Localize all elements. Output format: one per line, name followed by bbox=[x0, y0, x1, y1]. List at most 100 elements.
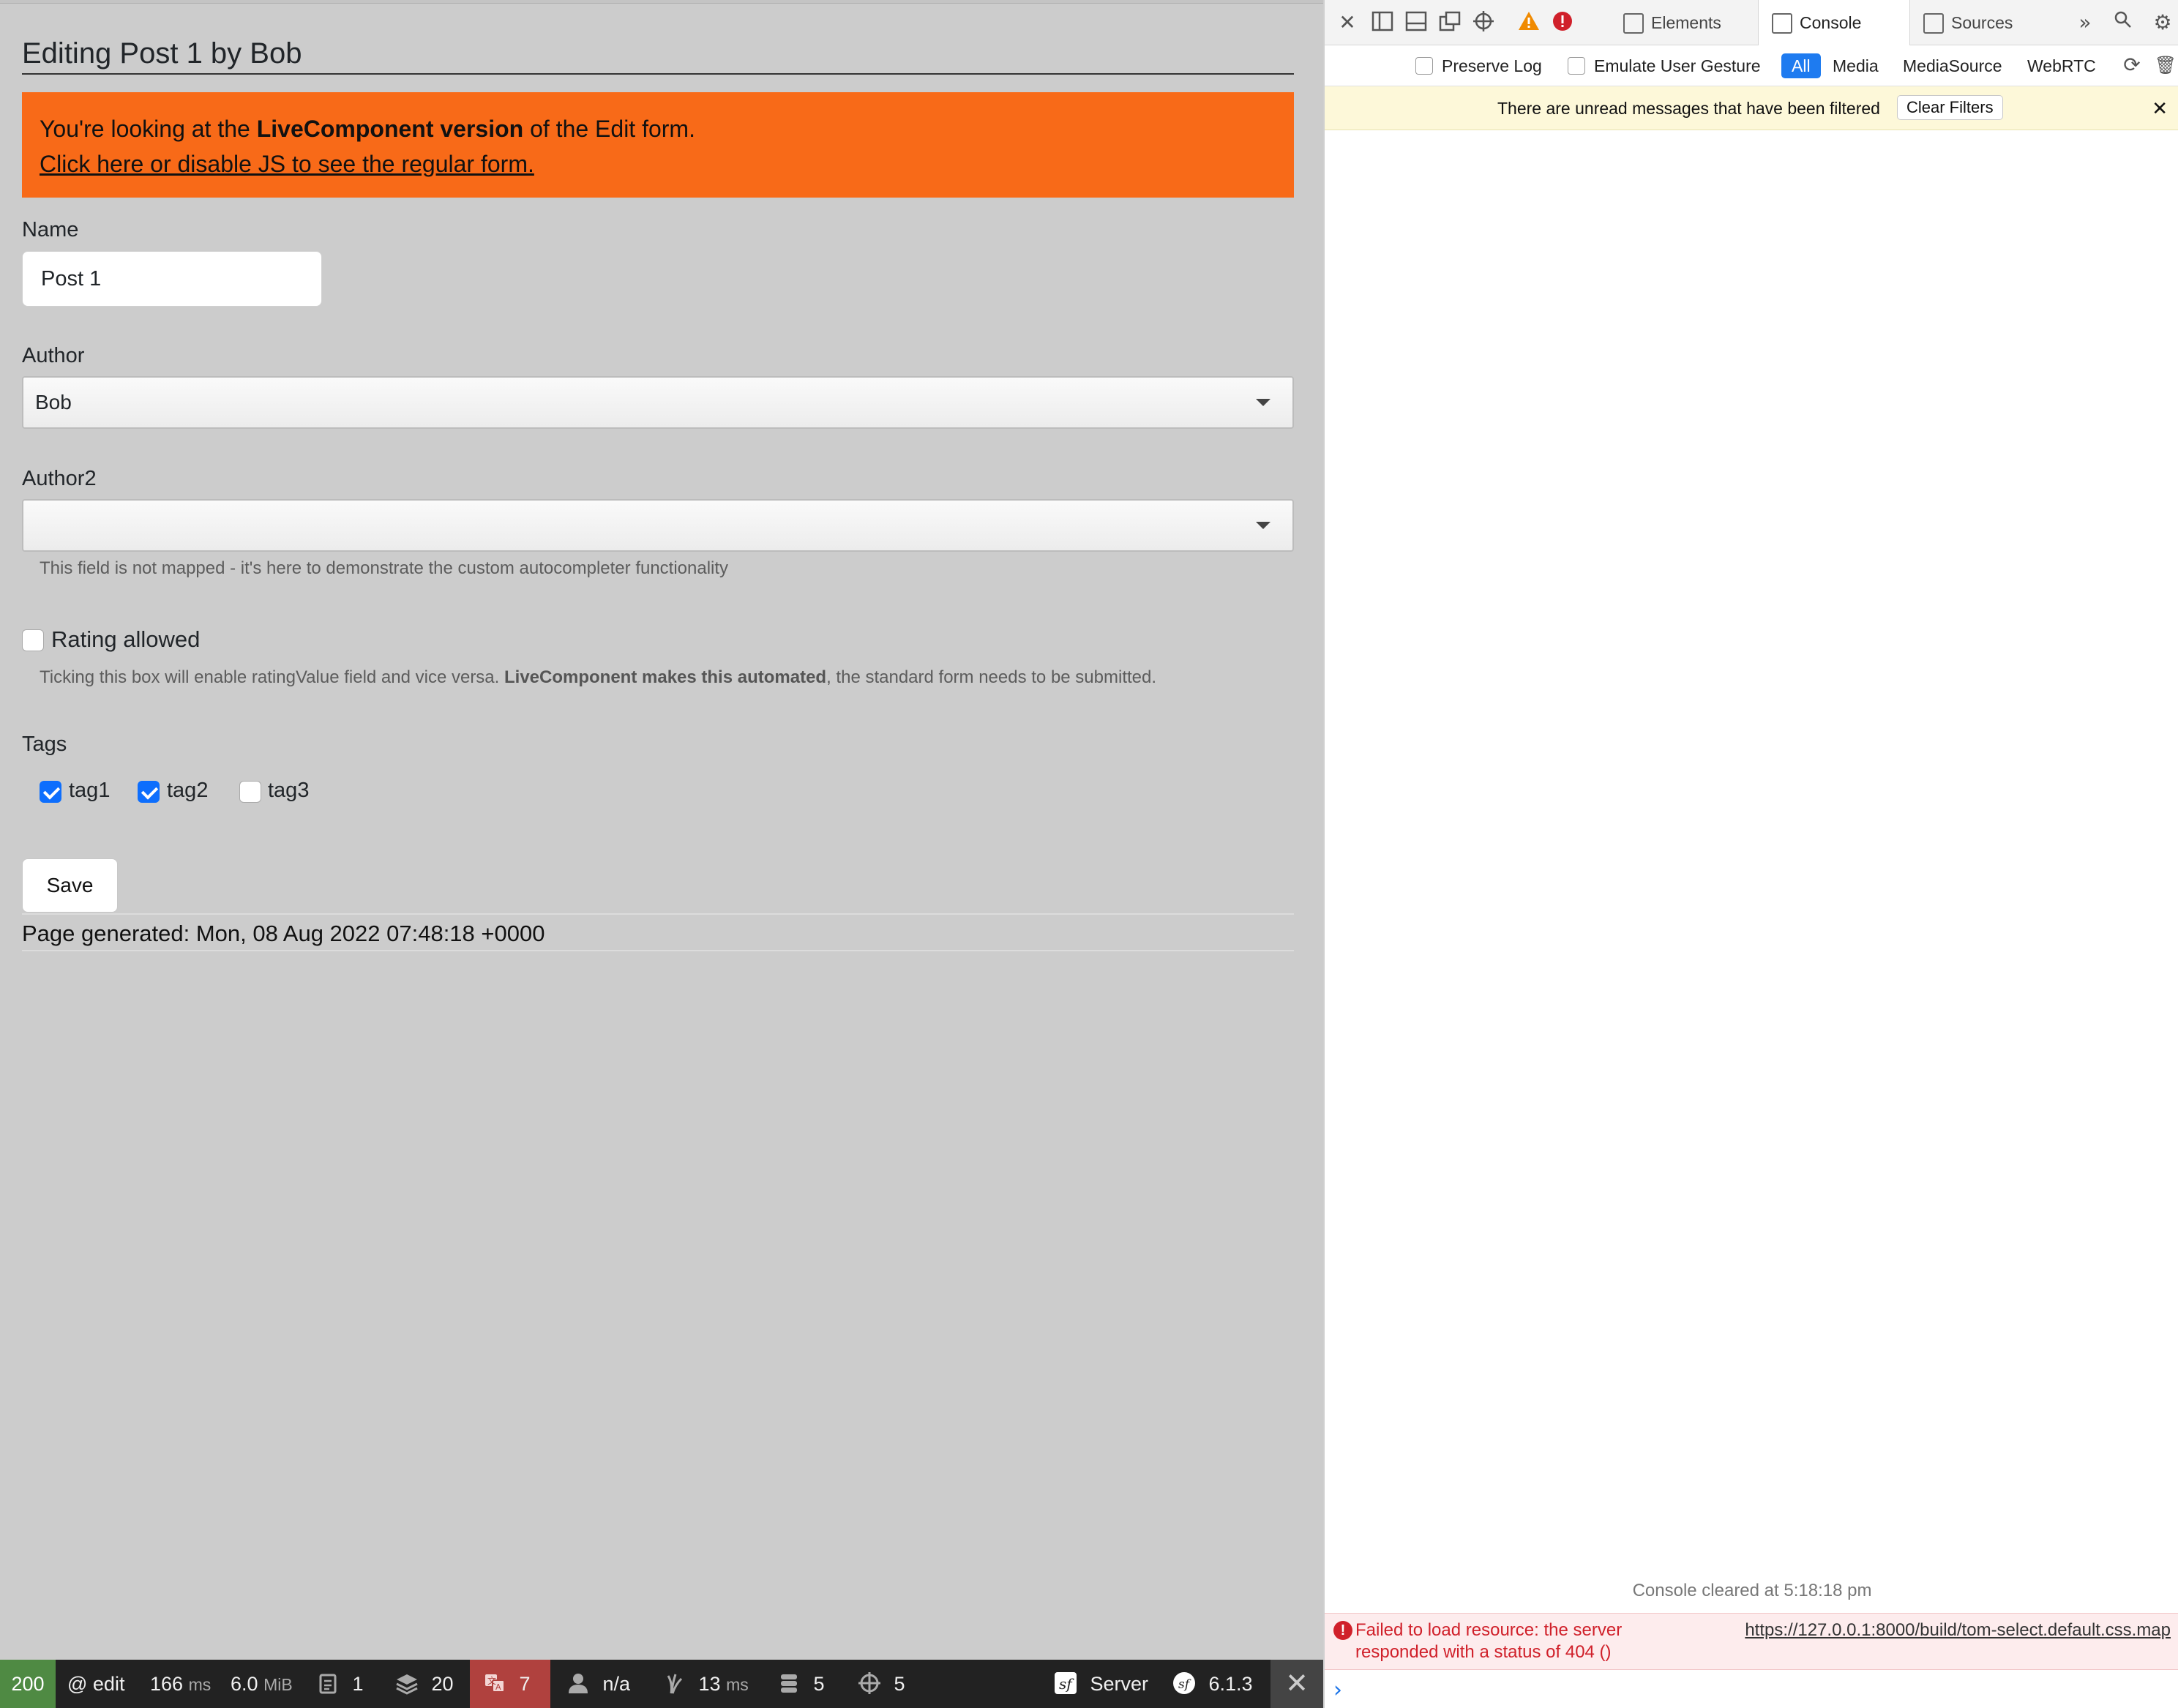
author2-select[interactable] bbox=[22, 499, 1294, 552]
translations-count: 7 bbox=[519, 1673, 531, 1695]
devtools-toolbar: ✕ Elements Console Sources » ⚙ bbox=[1325, 0, 2178, 46]
banner-text: There are unread messages that have been… bbox=[1497, 99, 1880, 118]
security-panel[interactable]: n/a bbox=[566, 1660, 630, 1708]
memory-unit: MiB bbox=[263, 1675, 293, 1694]
rating-help: Ticking this box will enable ratingValue… bbox=[40, 667, 1311, 688]
server-label: Server bbox=[1090, 1673, 1149, 1695]
divider bbox=[22, 913, 1294, 915]
memory-value: 6.0 bbox=[231, 1673, 258, 1695]
logs-count: 1 bbox=[352, 1673, 364, 1695]
page-viewport: Editing Post 1 by Bob You're looking at … bbox=[0, 0, 1323, 1660]
devtools-panel: ✕ Elements Console Sources » ⚙ Preserve … bbox=[1323, 0, 2178, 1708]
close-toolbar-button[interactable]: ✕ bbox=[1270, 1660, 1323, 1708]
regular-form-link[interactable]: Click here or disable JS to see the regu… bbox=[40, 151, 534, 177]
close-icon[interactable]: ✕ bbox=[2152, 86, 2168, 130]
console-prompt-icon[interactable]: › bbox=[1333, 1677, 1342, 1703]
db-count: 5 bbox=[813, 1673, 825, 1695]
livecomponent-alert: You're looking at the LiveComponent vers… bbox=[22, 92, 1294, 198]
page-generated-text: Page generated: Mon, 08 Aug 2022 07:48:1… bbox=[22, 921, 545, 946]
rating-help-bold: LiveComponent makes this automated bbox=[504, 667, 827, 687]
events-count: 5 bbox=[894, 1673, 905, 1695]
trash-icon[interactable]: 🗑 bbox=[2153, 53, 2178, 78]
crosshair-icon bbox=[858, 1671, 880, 1694]
twig-icon bbox=[667, 1674, 683, 1694]
logs-panel[interactable]: 1 bbox=[316, 1660, 364, 1708]
warning-icon[interactable] bbox=[1516, 10, 1541, 35]
tag1-checkbox[interactable] bbox=[40, 781, 61, 803]
chevron-down-icon bbox=[1256, 522, 1270, 529]
emulate-gesture-label: Emulate User Gesture bbox=[1594, 56, 1761, 75]
tab-elements[interactable]: Elements bbox=[1610, 0, 1756, 45]
events-panel[interactable]: 5 bbox=[858, 1660, 905, 1708]
forms-count: 20 bbox=[431, 1673, 454, 1695]
error-source-link[interactable]: https://127.0.0.1:8000/build/tom-select.… bbox=[1745, 1619, 2171, 1641]
rating-help-after: , the standard form needs to be submitte… bbox=[826, 667, 1157, 687]
page-title: Editing Post 1 by Bob bbox=[22, 32, 1294, 75]
request-time[interactable]: 166 ms bbox=[150, 1660, 211, 1708]
gear-icon[interactable]: ⚙ bbox=[2150, 10, 2175, 35]
symfony-version: 6.1.3 bbox=[1208, 1673, 1253, 1695]
forms-panel[interactable]: 20 bbox=[395, 1660, 454, 1708]
render-time-unit: ms bbox=[726, 1675, 749, 1694]
dock-left-icon[interactable] bbox=[1370, 10, 1395, 35]
symfony-logo-icon: sf bbox=[1055, 1671, 1077, 1694]
name-label: Name bbox=[22, 218, 79, 241]
status-code-badge[interactable]: 200 bbox=[0, 1660, 56, 1708]
tab-elements-label: Elements bbox=[1651, 13, 1721, 32]
emulate-gesture-checkbox[interactable] bbox=[1568, 57, 1585, 75]
refresh-icon[interactable]: ⟳ bbox=[2119, 53, 2144, 78]
twig-panel[interactable]: 13 ms bbox=[662, 1660, 749, 1708]
translations-panel[interactable]: 文A 7 bbox=[470, 1660, 550, 1708]
tab-sources-label: Sources bbox=[1951, 13, 2013, 32]
alert-text-bold: LiveComponent version bbox=[256, 116, 524, 142]
tags-label: Tags bbox=[22, 733, 67, 756]
tag3-checkbox[interactable] bbox=[239, 781, 261, 803]
database-panel[interactable]: 5 bbox=[777, 1660, 825, 1708]
console-filter-bar: Preserve Log Emulate User Gesture All Me… bbox=[1325, 45, 2178, 86]
rating-allowed-checkbox[interactable] bbox=[22, 629, 44, 651]
translation-icon: 文A bbox=[485, 1674, 505, 1693]
rating-allowed-label: Rating allowed bbox=[51, 626, 201, 652]
divider bbox=[22, 950, 1294, 951]
undock-icon[interactable] bbox=[1437, 10, 1462, 35]
element-picker-icon[interactable] bbox=[1471, 10, 1496, 35]
error-icon[interactable] bbox=[1550, 10, 1575, 35]
tab-sources[interactable]: Sources bbox=[1910, 0, 2057, 45]
alert-text-before: You're looking at the bbox=[40, 116, 257, 142]
svg-text:A: A bbox=[495, 1682, 501, 1692]
request-time-unit: ms bbox=[188, 1675, 212, 1694]
user-status: n/a bbox=[602, 1673, 631, 1695]
filter-media-button[interactable]: Media bbox=[1833, 45, 1879, 86]
database-icon bbox=[781, 1674, 797, 1693]
chevron-down-icon bbox=[1256, 399, 1270, 406]
user-icon bbox=[569, 1673, 588, 1693]
tab-console-label: Console bbox=[1800, 13, 1862, 32]
tag2-label: tag2 bbox=[167, 779, 209, 802]
tag3-label: tag3 bbox=[268, 779, 310, 802]
filter-all-button[interactable]: All bbox=[1781, 53, 1821, 78]
tag2-checkbox[interactable] bbox=[138, 781, 160, 803]
filter-webrtc-button[interactable]: WebRTC bbox=[2027, 45, 2096, 86]
symfony-debug-toolbar: 200 @ edit 166 ms 6.0 MiB 1 20 文A 7 n/a … bbox=[0, 1660, 1323, 1708]
more-tabs-icon[interactable]: » bbox=[2073, 10, 2097, 35]
console-cleared-message: Console cleared at 5:18:18 pm bbox=[1632, 1581, 1872, 1600]
version-panel[interactable]: sf 6.1.3 bbox=[1172, 1660, 1253, 1708]
server-panel[interactable]: sf Server bbox=[1054, 1660, 1148, 1708]
clear-filters-button[interactable]: Clear Filters bbox=[1897, 95, 2003, 120]
symfony-logo-icon: sf bbox=[1173, 1671, 1195, 1694]
route-indicator[interactable]: @ edit bbox=[67, 1660, 124, 1708]
preserve-log-checkbox[interactable] bbox=[1415, 57, 1433, 75]
tab-console[interactable]: Console bbox=[1758, 0, 1910, 46]
render-time-value: 13 bbox=[698, 1673, 721, 1695]
alert-text-after: of the Edit form. bbox=[523, 116, 695, 142]
author-select[interactable]: Bob bbox=[22, 376, 1294, 429]
close-icon[interactable]: ✕ bbox=[1335, 10, 1360, 35]
memory-usage[interactable]: 6.0 MiB bbox=[231, 1660, 293, 1708]
name-input[interactable]: Post 1 bbox=[22, 251, 322, 307]
rating-help-before: Ticking this box will enable ratingValue… bbox=[40, 667, 504, 687]
filter-mediasource-button[interactable]: MediaSource bbox=[1903, 45, 2002, 86]
dock-bottom-icon[interactable] bbox=[1404, 10, 1429, 35]
console-error-row: ! Failed to load resource: the server re… bbox=[1325, 1613, 2178, 1670]
search-icon[interactable] bbox=[2111, 10, 2136, 35]
save-button[interactable]: Save bbox=[22, 858, 118, 913]
